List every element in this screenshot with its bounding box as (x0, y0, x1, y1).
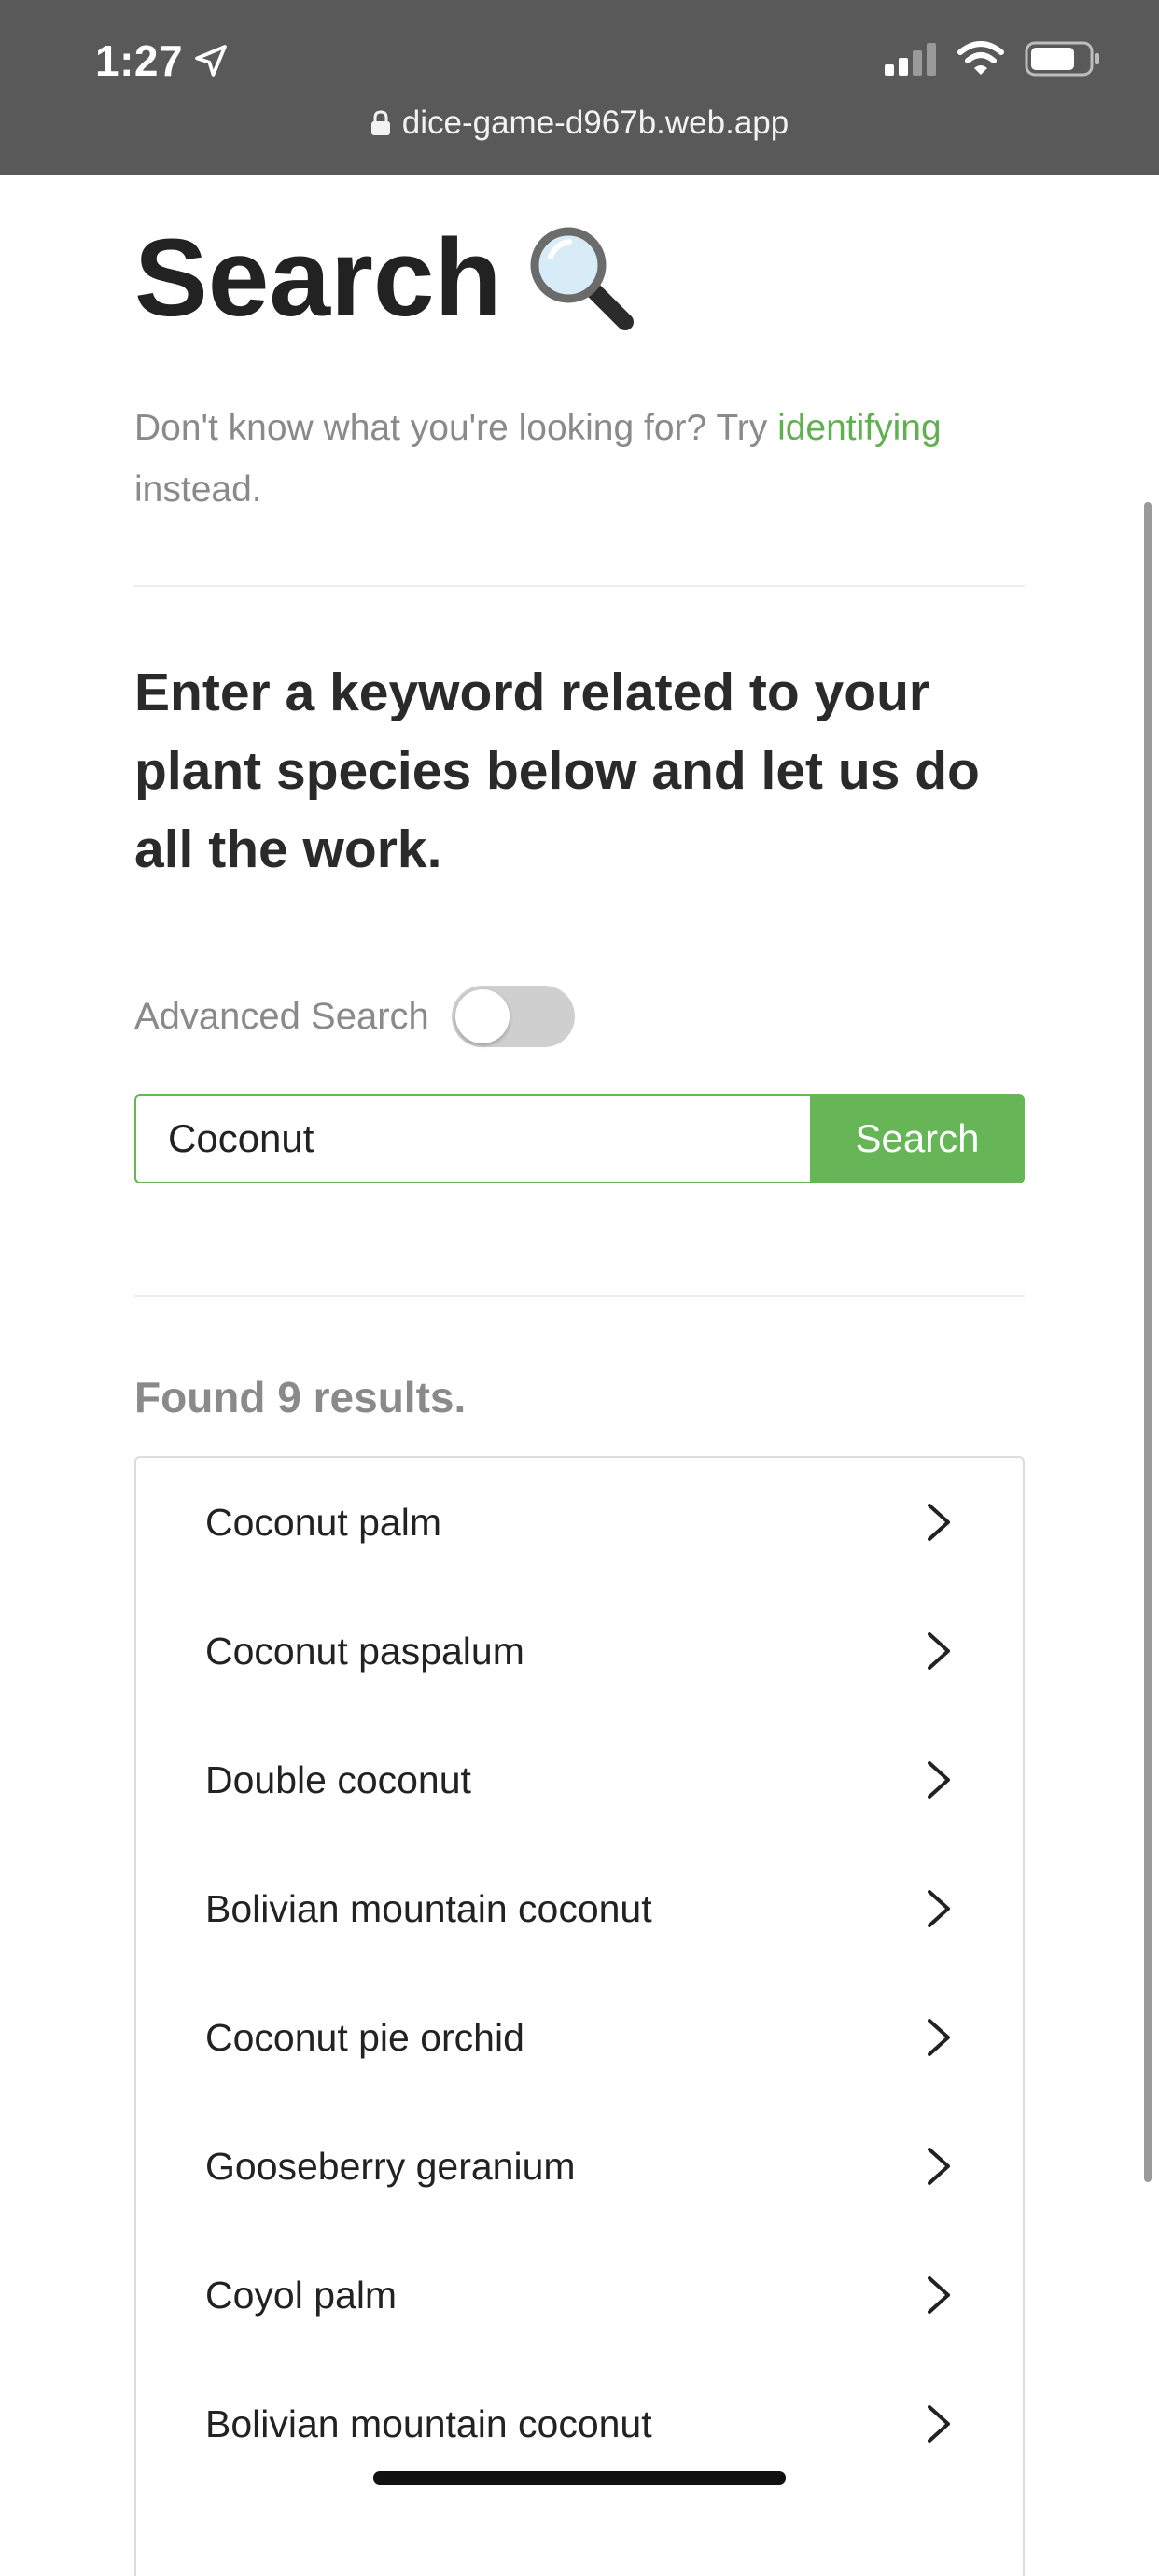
result-item[interactable]: Bolivian mountain coconut (136, 1844, 1023, 1973)
home-indicator[interactable] (373, 2471, 786, 2485)
chevron-right-icon (928, 1890, 950, 1927)
result-item[interactable]: Coconut palm (136, 1458, 1023, 1587)
page-subtitle: Don't know what you're looking for? Try … (134, 398, 974, 521)
result-item[interactable]: Double coconut (136, 1715, 1023, 1844)
advanced-search-label: Advanced Search (134, 995, 429, 1037)
lock-icon (370, 110, 390, 135)
subtitle-prefix: Don't know what you're looking for? Try (134, 408, 768, 448)
toggle-knob (454, 989, 510, 1043)
url-bar[interactable]: dice-game-d967b.web.app (0, 105, 1159, 142)
page-scrollbar[interactable] (1144, 502, 1152, 2182)
result-label: Gooseberry geranium (205, 2144, 576, 2188)
result-label: Coconut paspalum (205, 1629, 524, 1673)
chevron-right-icon (928, 1504, 950, 1541)
results-list: Coconut palm Coconut paspalum Double coc… (134, 1456, 1025, 2576)
divider-top (134, 585, 1025, 587)
location-arrow-icon (195, 45, 227, 77)
status-time: 1:27 (95, 35, 230, 86)
result-item[interactable]: Coconut pie orchid (136, 1973, 1023, 2102)
cellular-signal-icon (885, 43, 936, 76)
result-label: Coconut pie orchid (205, 2015, 524, 2059)
battery-icon (1025, 41, 1099, 77)
results-count: Found 9 results. (134, 1373, 467, 1421)
chevron-right-icon (928, 1632, 950, 1670)
result-label: Coyol palm (205, 2273, 398, 2317)
identifying-link[interactable]: identifying (777, 408, 942, 448)
page-title-text: Search (134, 217, 502, 340)
advanced-search-row: Advanced Search (134, 986, 575, 1047)
magnifying-glass-icon (530, 227, 634, 330)
page-title: Search (134, 215, 636, 342)
chevron-right-icon (928, 1761, 950, 1799)
search-instructions-heading: Enter a keyword related to your plant sp… (134, 663, 980, 879)
result-item[interactable]: Bolivian mountain coconut (136, 2359, 1023, 2488)
result-item[interactable]: Coyol palm (136, 2231, 1023, 2359)
search-button[interactable]: Search (810, 1094, 1025, 1183)
divider-results (134, 1295, 1025, 1297)
status-time-label: 1:27 (95, 36, 184, 85)
search-bar: Search (134, 1094, 1025, 1183)
chevron-right-icon (928, 2276, 950, 2314)
result-item[interactable]: Coconut paspalum (136, 1587, 1023, 1715)
result-label: Coconut palm (205, 1500, 441, 1544)
advanced-search-toggle[interactable] (451, 986, 575, 1047)
subtitle-suffix: instead. (134, 469, 262, 510)
result-item[interactable]: Gooseberry geranium (136, 2102, 1023, 2231)
chevron-right-icon (928, 2148, 950, 2185)
chevron-right-icon (928, 2405, 950, 2443)
chevron-right-icon (928, 2019, 950, 2056)
status-icons (885, 41, 1101, 77)
result-label: Bolivian mountain coconut (205, 1886, 652, 1930)
wifi-icon (957, 41, 1004, 75)
result-label: Double coconut (205, 1757, 471, 1801)
result-label: Bolivian mountain coconut (205, 2401, 652, 2445)
search-input[interactable] (134, 1094, 810, 1183)
url-text: dice-game-d967b.web.app (401, 105, 789, 141)
browser-topbar: 1:27 dice-game-d967b.web.app (0, 0, 1159, 175)
